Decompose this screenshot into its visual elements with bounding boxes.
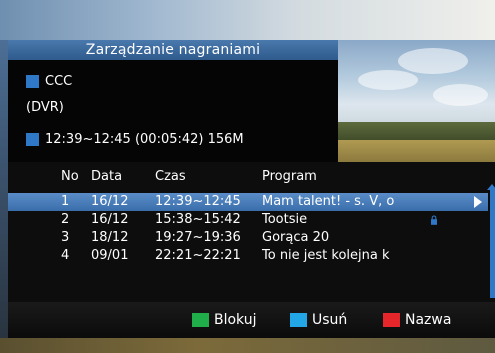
row-date: 16/12	[91, 212, 129, 227]
delete-button-label: Usuń	[312, 312, 348, 328]
square-bullet-icon	[26, 75, 39, 88]
background-bottom	[0, 338, 495, 353]
row-number: 3	[61, 230, 70, 245]
row-program: Tootsie	[262, 212, 308, 227]
recordings-table: No Data Czas Program 1 16/12 12:39~12:45…	[8, 162, 495, 302]
table-header: No Data Czas Program	[8, 166, 495, 188]
detail-row: 12:39~12:45 (00:05:42) 156M	[26, 132, 244, 147]
table-row[interactable]: 4 09/01 22:21~22:21 To nie jest kolejna …	[8, 247, 488, 265]
row-time: 22:21~22:21	[155, 248, 241, 263]
arrow-right-icon	[474, 196, 482, 208]
background-top	[0, 0, 495, 40]
row-program: Gorąca 20	[262, 230, 330, 245]
square-bullet-icon	[26, 133, 39, 146]
lock-button[interactable]: Blokuj	[192, 312, 257, 328]
blue-key-icon	[290, 313, 307, 327]
recording-info-panel: CCC (DVR) 12:39~12:45 (00:05:42) 156M	[8, 60, 338, 162]
channel-row: CCC	[26, 74, 72, 89]
row-time: 19:27~19:36	[155, 230, 241, 245]
row-number: 4	[61, 248, 70, 263]
row-number: 1	[61, 194, 70, 209]
rename-button[interactable]: Nazwa	[383, 312, 451, 328]
lock-button-label: Blokuj	[214, 312, 257, 328]
recording-detail: 12:39~12:45 (00:05:42) 156M	[45, 132, 244, 147]
source-row: (DVR)	[26, 100, 64, 115]
background-left	[0, 40, 8, 353]
rename-button-label: Nazwa	[405, 312, 452, 328]
title-bar: Zarządzanie nagraniami	[8, 40, 338, 60]
source-label: (DVR)	[26, 100, 64, 115]
color-key-bar: Blokuj Usuń Nazwa	[8, 302, 495, 338]
video-preview	[338, 40, 495, 162]
table-row[interactable]: 3 18/12 19:27~19:36 Gorąca 20	[8, 229, 488, 247]
column-header-no: No	[61, 169, 79, 184]
channel-name: CCC	[45, 74, 73, 89]
row-number: 2	[61, 212, 70, 227]
delete-button[interactable]: Usuń	[290, 312, 347, 328]
row-program: Mam talent! - s. V, o	[262, 194, 395, 209]
row-date: 09/01	[91, 248, 129, 263]
row-time: 12:39~12:45	[155, 194, 241, 209]
lock-icon	[431, 215, 437, 225]
page-title: Zarządzanie nagraniami	[85, 42, 261, 58]
row-time: 15:38~15:42	[155, 212, 241, 227]
table-row[interactable]: 1 16/12 12:39~12:45 Mam talent! - s. V, …	[8, 193, 488, 211]
scrollbar[interactable]	[490, 188, 495, 298]
green-key-icon	[192, 313, 209, 327]
column-header-program: Program	[262, 169, 317, 184]
column-header-time: Czas	[155, 169, 186, 184]
row-program: To nie jest kolejna k	[262, 248, 390, 263]
table-row[interactable]: 2 16/12 15:38~15:42 Tootsie	[8, 211, 488, 229]
red-key-icon	[383, 313, 400, 327]
row-date: 16/12	[91, 194, 129, 209]
column-header-date: Data	[91, 169, 123, 184]
row-date: 18/12	[91, 230, 129, 245]
